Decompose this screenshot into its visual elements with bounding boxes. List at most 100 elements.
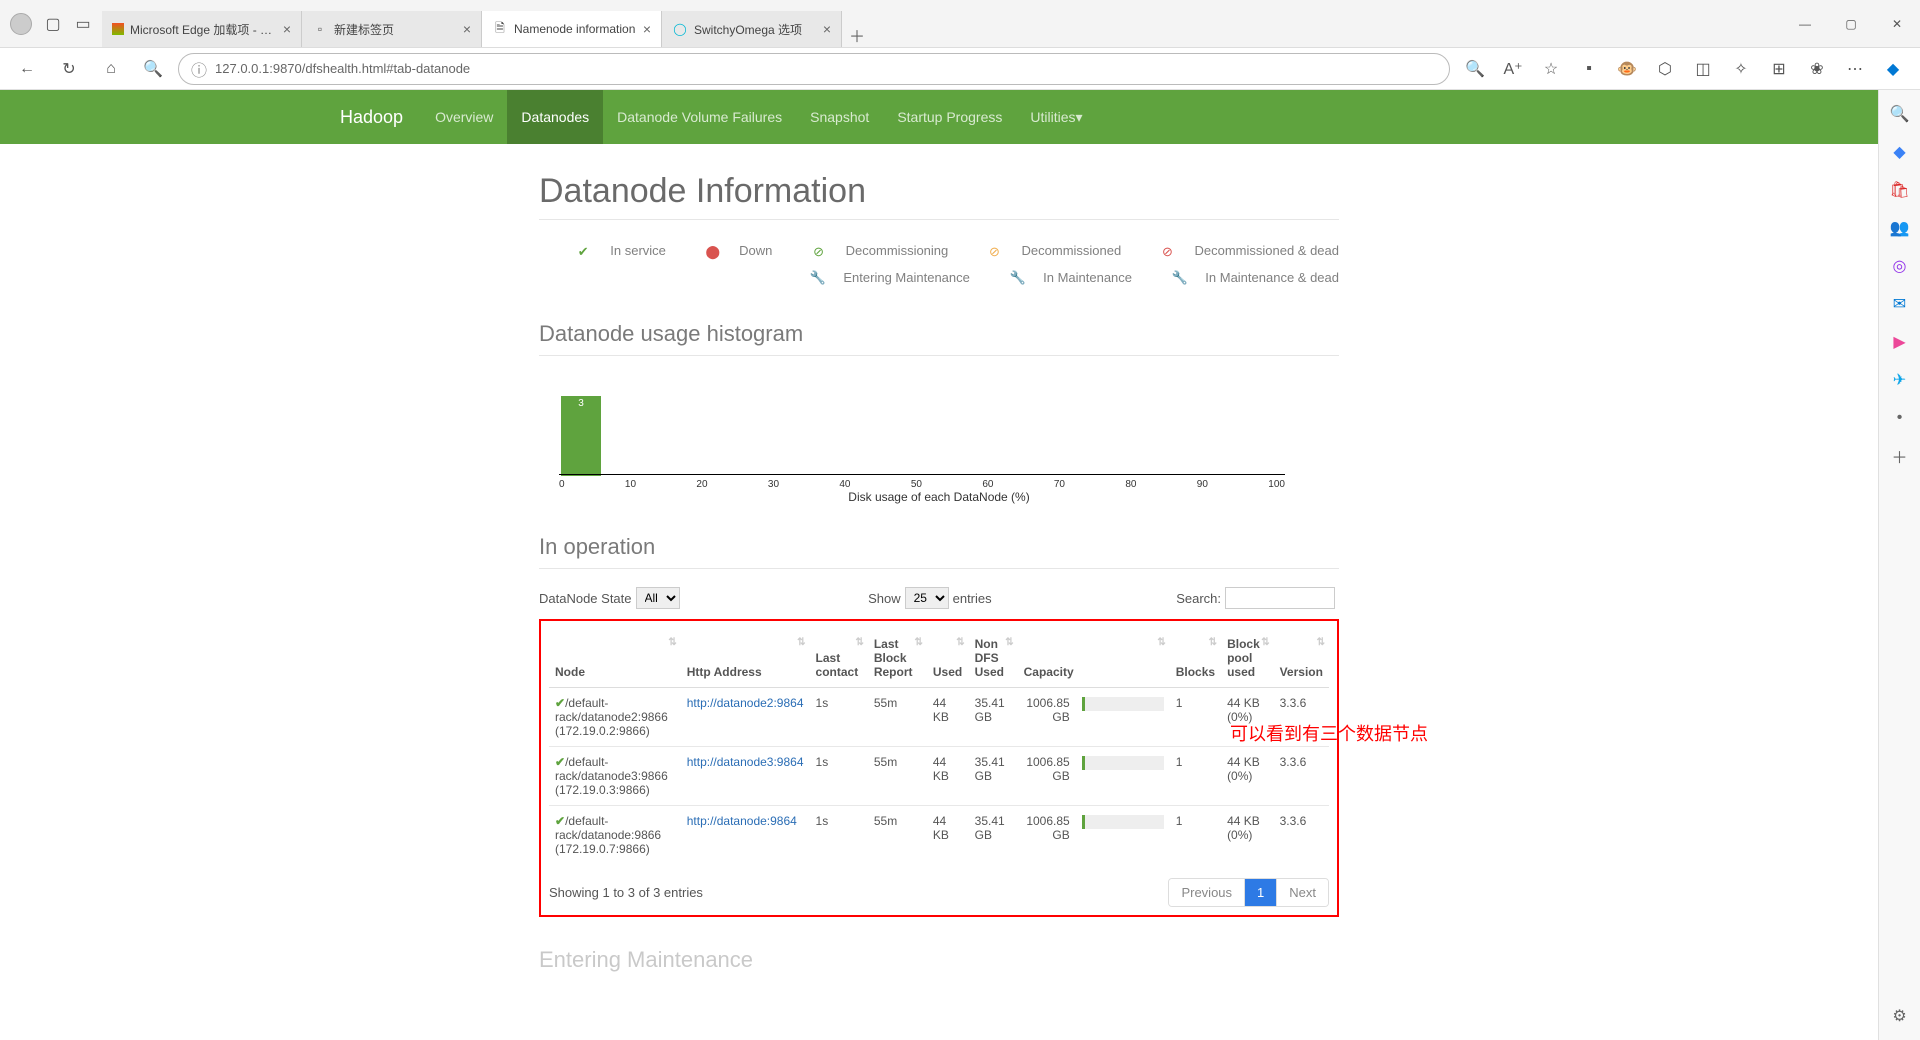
window-titlebar: ▢ ▭ Microsoft Edge 加载项 - Switchy × ▫ 新建标…	[0, 0, 1920, 48]
search-icon[interactable]: 🔍	[1890, 104, 1910, 124]
entries-label: entries	[953, 591, 992, 606]
table-row: ✔/default-rack/datanode2:9866(172.19.0.2…	[549, 688, 1329, 747]
ext2-icon[interactable]: 🐵	[1610, 52, 1644, 86]
hist-axis: 0102030405060708090100	[559, 474, 1285, 486]
capacity-bar	[1082, 815, 1164, 829]
tab-switchyomega[interactable]: ◯ SwitchyOmega 选项 ×	[662, 11, 842, 47]
table-row: ✔/default-rack/datanode3:9866(172.19.0.3…	[549, 747, 1329, 806]
back-button[interactable]: ←	[10, 52, 44, 86]
shopping-icon[interactable]: 🛍	[1890, 180, 1910, 200]
http-link[interactable]: http://datanode3:9864	[687, 755, 804, 769]
tab-title: Namenode information	[514, 22, 637, 36]
settings-icon[interactable]: ⚙	[1890, 1006, 1910, 1026]
http-link[interactable]: http://datanode2:9864	[687, 696, 804, 710]
copilot-icon[interactable]: ◆	[1876, 52, 1910, 86]
page-1-button[interactable]: 1	[1244, 879, 1276, 906]
workspaces-icon[interactable]: ▢	[44, 15, 62, 33]
close-icon[interactable]: ×	[823, 21, 831, 37]
show-select[interactable]: 25	[905, 587, 949, 609]
col-lbr[interactable]: Last Block Report⇅	[868, 629, 927, 688]
table-controls: DataNode State All Show 25 entries Searc…	[539, 587, 1339, 609]
hist-xlabel: Disk usage of each DataNode (%)	[539, 490, 1339, 504]
http-link[interactable]: http://datanode:9864	[687, 814, 797, 828]
ext1-icon[interactable]: ▪	[1572, 52, 1606, 86]
state-select[interactable]: All	[636, 587, 680, 609]
drop-icon[interactable]: ▶	[1890, 332, 1910, 352]
circle-icon[interactable]: ◎	[1890, 256, 1910, 276]
nav-datanodes[interactable]: Datanodes	[507, 90, 603, 144]
menu-icon[interactable]: ⋯	[1838, 52, 1872, 86]
search-input[interactable]	[1225, 587, 1335, 609]
address-bar[interactable]: ⓘ	[178, 53, 1450, 85]
usage-histogram: 3 0102030405060708090100 Disk usage of e…	[539, 374, 1339, 504]
edge-sidebar: 🔍 ◆ 🛍 👥 ◎ ✉ ▶ ✈ • ＋ ⚙	[1878, 90, 1920, 1040]
minimize-button[interactable]: —	[1782, 5, 1828, 43]
people-icon[interactable]: 👥	[1890, 218, 1910, 238]
info-icon[interactable]: ⓘ	[191, 57, 207, 81]
split-icon[interactable]: ◫	[1686, 52, 1720, 86]
tab-title: SwitchyOmega 选项	[694, 21, 817, 38]
col-cap[interactable]: Capacity⇅	[1018, 629, 1170, 688]
col-http[interactable]: Http Address⇅	[681, 629, 810, 688]
close-icon[interactable]: ×	[463, 21, 471, 37]
nav-snapshot[interactable]: Snapshot	[796, 90, 883, 144]
refresh-button[interactable]: ↻	[52, 52, 86, 86]
search-button[interactable]: 🔍	[136, 52, 170, 86]
tab-edge-addons[interactable]: Microsoft Edge 加载项 - Switchy ×	[102, 11, 302, 47]
send-icon[interactable]: ✈	[1890, 370, 1910, 390]
read-aloud-icon[interactable]: A⁺	[1496, 52, 1530, 86]
state-label: DataNode State	[539, 591, 632, 606]
nav-startup[interactable]: Startup Progress	[883, 90, 1016, 144]
nav-overview[interactable]: Overview	[421, 90, 507, 144]
status-legend: ✔ In service ⬤ Down ⊘ Decommissioning ⊘ …	[539, 238, 1339, 291]
col-used[interactable]: Used⇅	[927, 629, 969, 688]
tab-actions-icon[interactable]: ▭	[74, 15, 92, 33]
favicon-doc: 🗎	[492, 21, 508, 37]
find-icon[interactable]: 🔍	[1458, 52, 1492, 86]
nav-volume-failures[interactable]: Datanode Volume Failures	[603, 90, 796, 144]
close-window-button[interactable]: ✕	[1874, 5, 1920, 43]
hadoop-navbar: Hadoop Overview Datanodes Datanode Volum…	[0, 90, 1878, 144]
maximize-button[interactable]: ▢	[1828, 5, 1874, 43]
col-lc[interactable]: Last contact⇅	[810, 629, 868, 688]
new-tab-button[interactable]: ＋	[842, 23, 872, 47]
collections-icon[interactable]: ⊞	[1762, 52, 1796, 86]
check-icon: ✔	[555, 755, 565, 769]
col-node[interactable]: Node⇅	[549, 629, 681, 688]
tab-newtab[interactable]: ▫ 新建标签页 ×	[302, 11, 482, 47]
annotation-text: 可以看到有三个数据节点	[1230, 720, 1428, 746]
col-ver[interactable]: Version⇅	[1274, 629, 1329, 688]
tab-title: Microsoft Edge 加载项 - Switchy	[130, 21, 277, 38]
home-button[interactable]: ⌂	[94, 52, 128, 86]
col-blocks[interactable]: Blocks⇅	[1170, 629, 1221, 688]
favicon-ms	[112, 23, 124, 35]
nav-utilities[interactable]: Utilities ▾	[1016, 90, 1096, 144]
more-icon[interactable]: •	[1890, 408, 1910, 428]
prev-button[interactable]: Previous	[1169, 879, 1244, 906]
favorite-icon[interactable]: ☆	[1534, 52, 1568, 86]
in-operation-title: In operation	[539, 534, 1339, 560]
col-nondfs[interactable]: Non DFS Used⇅	[969, 629, 1018, 688]
favorites-icon[interactable]: ✧	[1724, 52, 1758, 86]
brand[interactable]: Hadoop	[340, 107, 403, 128]
tab-namenode[interactable]: 🗎 Namenode information ×	[482, 11, 662, 47]
close-icon[interactable]: ×	[283, 21, 291, 37]
extensions-icon[interactable]: ⬡	[1648, 52, 1682, 86]
profile-avatar[interactable]	[10, 13, 32, 35]
outlook-icon[interactable]: ✉	[1890, 294, 1910, 314]
tools-icon[interactable]: ◆	[1890, 142, 1910, 162]
datanode-table: Node⇅ Http Address⇅ Last contact⇅ Last B…	[549, 629, 1329, 864]
next-button[interactable]: Next	[1276, 879, 1328, 906]
ext3-icon[interactable]: ❀	[1800, 52, 1834, 86]
capacity-bar	[1082, 756, 1164, 770]
highlight-box: Node⇅ Http Address⇅ Last contact⇅ Last B…	[539, 619, 1339, 917]
add-icon[interactable]: ＋	[1890, 446, 1910, 466]
close-icon[interactable]: ×	[643, 21, 651, 37]
page-title: Datanode Information	[539, 172, 1339, 211]
col-bp[interactable]: Block pool used⇅	[1221, 629, 1274, 688]
url-input[interactable]	[215, 61, 1437, 76]
capacity-bar	[1082, 697, 1164, 711]
chevron-down-icon: ▾	[1076, 109, 1083, 126]
page-viewport: Hadoop Overview Datanodes Datanode Volum…	[0, 90, 1878, 1040]
check-icon: ✔	[555, 696, 565, 710]
